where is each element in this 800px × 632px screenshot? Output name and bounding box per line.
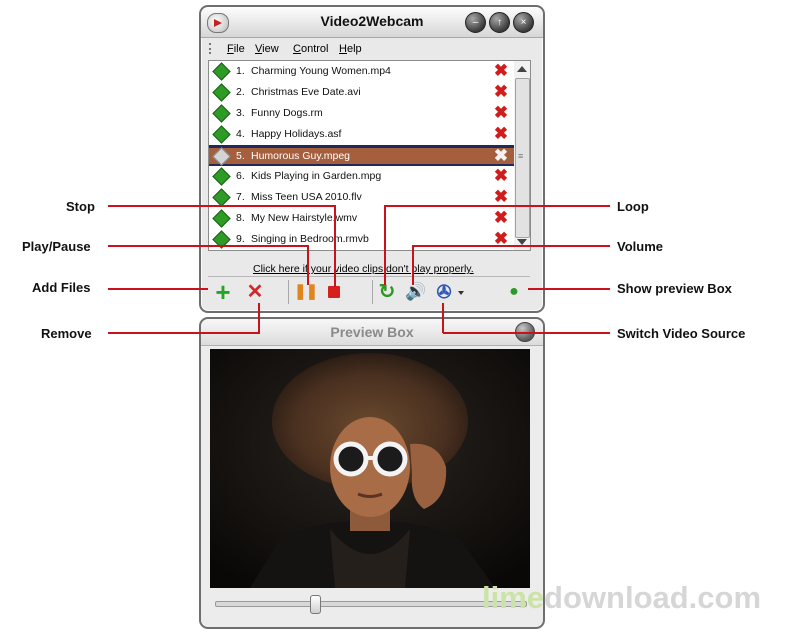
callout-remove: Remove bbox=[41, 326, 92, 341]
callout-line bbox=[412, 245, 610, 247]
clip-diamond-icon bbox=[212, 125, 231, 144]
list-item-number: 9. bbox=[236, 233, 245, 245]
watermark-part1: lime bbox=[482, 580, 545, 615]
clip-diamond-icon bbox=[212, 104, 231, 123]
toolbar-divider bbox=[372, 280, 373, 304]
clip-diamond-icon bbox=[212, 209, 231, 228]
list-item-number: 3. bbox=[236, 107, 245, 119]
list-item-label: My New Hairstyle.wmv bbox=[251, 212, 358, 224]
callout-switch-source: Switch Video Source bbox=[617, 326, 746, 341]
list-item-label: Kids Playing in Garden.mpg bbox=[251, 170, 382, 182]
playback-toolbar: + ✕ ❚❚ ↻ 🔊 ✇ ● bbox=[208, 276, 530, 307]
x-icon[interactable]: ✕ bbox=[244, 281, 266, 303]
magnifier-icon[interactable]: ● bbox=[503, 281, 525, 303]
toolbar-divider bbox=[288, 280, 289, 304]
clip-diamond-icon bbox=[212, 83, 231, 102]
delete-x-icon[interactable]: ✖ bbox=[493, 147, 509, 164]
clip-diamond-icon bbox=[212, 62, 231, 81]
list-item-label: Happy Holidays.asf bbox=[251, 128, 342, 140]
plus-icon[interactable]: + bbox=[212, 279, 234, 305]
callout-volume: Volume bbox=[617, 239, 663, 254]
callout-line bbox=[258, 303, 260, 333]
pause-icon[interactable]: ❚❚ bbox=[294, 281, 318, 303]
list-item-label: Miss Teen USA 2010.flv bbox=[251, 191, 362, 203]
delete-x-icon[interactable]: ✖ bbox=[493, 62, 509, 79]
chevron-down-icon[interactable] bbox=[458, 291, 464, 295]
delete-x-icon[interactable]: ✖ bbox=[493, 104, 509, 121]
main-window: Video2Webcam – ↑ × File View Control Hel… bbox=[199, 5, 545, 313]
list-item[interactable]: 6. Kids Playing in Garden.mpg ✖ bbox=[209, 166, 515, 187]
callout-line bbox=[412, 245, 414, 285]
seek-slider-thumb[interactable] bbox=[310, 595, 321, 614]
troubleshoot-link[interactable]: Click here if your video clips don't pla… bbox=[253, 263, 474, 275]
callout-line bbox=[108, 205, 335, 207]
list-item-number: 1. bbox=[236, 65, 245, 77]
delete-x-icon[interactable]: ✖ bbox=[493, 167, 509, 184]
list-item-number: 8. bbox=[236, 212, 245, 224]
menu-control[interactable]: Control bbox=[293, 43, 328, 55]
callout-line bbox=[443, 332, 610, 334]
clip-diamond-icon bbox=[212, 167, 231, 186]
callout-line bbox=[528, 288, 610, 290]
callout-line bbox=[108, 288, 208, 290]
pin-button[interactable]: ↑ bbox=[489, 12, 510, 33]
callout-add-files: Add Files bbox=[32, 280, 91, 295]
loop-icon[interactable]: ↻ bbox=[376, 281, 398, 303]
delete-x-icon[interactable]: ✖ bbox=[493, 209, 509, 226]
list-item-label: Humorous Guy.mpeg bbox=[251, 150, 351, 162]
list-item[interactable]: 10.troubleshoot.avi✖ bbox=[209, 250, 515, 251]
menu-file[interactable]: File bbox=[227, 43, 245, 55]
clip-diamond-icon bbox=[212, 147, 231, 166]
scroll-up-icon[interactable] bbox=[517, 66, 527, 72]
title-bar[interactable]: Video2Webcam – ↑ × bbox=[201, 7, 543, 38]
list-item-number: 7. bbox=[236, 191, 245, 203]
callout-line bbox=[307, 245, 309, 285]
callout-line bbox=[108, 245, 308, 247]
list-item-number: 5. bbox=[236, 150, 245, 162]
menu-help[interactable]: Help bbox=[339, 43, 362, 55]
seek-slider[interactable] bbox=[215, 595, 527, 614]
callout-line bbox=[384, 205, 386, 285]
list-item[interactable]: 2. Christmas Eve Date.avi ✖ bbox=[209, 82, 515, 103]
callout-play-pause: Play/Pause bbox=[22, 239, 91, 254]
callout-stop: Stop bbox=[66, 199, 95, 214]
video-frame-image bbox=[210, 349, 530, 588]
list-item-label: Singing in Bedroom.rmvb bbox=[251, 233, 369, 245]
menu-bar: File View Control Help bbox=[207, 40, 537, 58]
list-item-label: Charming Young Women.mp4 bbox=[251, 65, 391, 77]
list-item[interactable]: 5. Humorous Guy.mpeg ✖ bbox=[209, 145, 515, 166]
callout-loop: Loop bbox=[617, 199, 649, 214]
delete-x-icon[interactable]: ✖ bbox=[493, 125, 509, 142]
list-item-number: 6. bbox=[236, 170, 245, 182]
film-reel-icon[interactable]: ✇ bbox=[433, 281, 455, 303]
delete-x-icon[interactable]: ✖ bbox=[493, 188, 509, 205]
callout-line bbox=[384, 205, 610, 207]
playlist-scrollbar[interactable] bbox=[514, 60, 531, 251]
list-item[interactable]: 4. Happy Holidays.asf ✖ bbox=[209, 124, 515, 145]
video-frame bbox=[210, 349, 530, 588]
speaker-icon[interactable]: 🔊 bbox=[405, 281, 427, 303]
watermark: limedownload.com bbox=[482, 580, 761, 616]
list-item[interactable]: 8. My New Hairstyle.wmv ✖ bbox=[209, 208, 515, 229]
callout-show-preview: Show preview Box bbox=[617, 281, 732, 296]
list-item[interactable]: 3. Funny Dogs.rm ✖ bbox=[209, 103, 515, 124]
list-item-label: Funny Dogs.rm bbox=[251, 107, 323, 119]
list-item-label: Christmas Eve Date.avi bbox=[251, 86, 361, 98]
menu-view[interactable]: View bbox=[255, 43, 279, 55]
delete-x-icon[interactable]: ✖ bbox=[493, 83, 509, 100]
list-item-number: 2. bbox=[236, 86, 245, 98]
callout-line bbox=[108, 332, 260, 334]
watermark-part2: download.com bbox=[544, 580, 762, 615]
list-item[interactable]: 1. Charming Young Women.mp4 ✖ bbox=[209, 61, 515, 82]
playlist[interactable]: 1. Charming Young Women.mp4 ✖ 2. Christmas E… bbox=[208, 60, 516, 251]
scroll-thumb[interactable] bbox=[515, 78, 530, 238]
callout-line bbox=[334, 205, 336, 287]
close-button[interactable]: × bbox=[513, 12, 534, 33]
callout-line bbox=[442, 303, 444, 333]
menu-grip-icon bbox=[209, 43, 215, 54]
list-item-number: 4. bbox=[236, 128, 245, 140]
minimize-button[interactable]: – bbox=[465, 12, 486, 33]
clip-diamond-icon bbox=[212, 188, 231, 207]
